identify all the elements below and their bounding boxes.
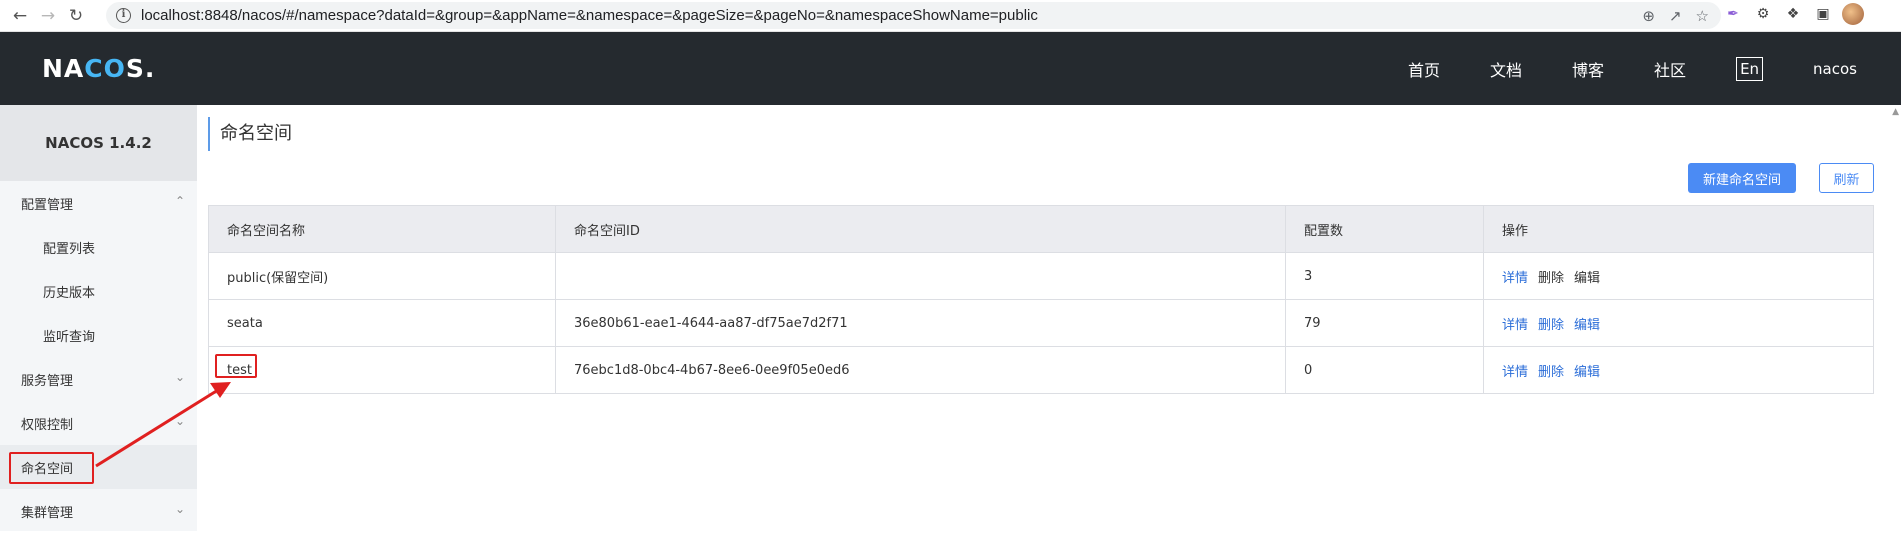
detail-link[interactable]: 详情 [1502,318,1528,333]
page-title: 命名空间 [208,117,292,151]
detail-link[interactable]: 详情 [1502,271,1528,286]
row-actions: 详情 删除 编辑 [1483,346,1874,394]
nav-home[interactable]: 首页 [1408,57,1440,81]
sidebar-item-label: 配置列表 [43,241,96,257]
version-label: NACOS 1.4.2 [0,105,197,181]
chevron-down-icon: ⌄ [174,414,185,428]
chevron-up-icon: ⌃ [174,194,185,208]
column-header-actions: 操作 [1483,205,1874,253]
sidebar-item-access-control[interactable]: 权限控制 ⌄ [0,401,197,445]
namespace-id [555,252,1286,300]
refresh-button[interactable]: 刷新 [1819,163,1874,193]
delete-link[interactable]: 删除 [1538,271,1564,286]
sidebar-item-label: 权限控制 [21,417,74,433]
detail-link[interactable]: 详情 [1502,365,1528,380]
namespace-name: public(保留空间) [208,252,556,300]
sidebar-item-listener-query[interactable]: 监听查询 [0,313,197,357]
delete-link[interactable]: 删除 [1538,365,1564,380]
chevron-down-icon: ⌄ [174,370,185,384]
sidepanel-icon[interactable]: ▣ [1812,3,1834,25]
sidebar-item-cluster-management[interactable]: 集群管理 ⌄ [0,489,197,533]
sidebar-item-label: 监听查询 [43,329,96,345]
table-row: seata 36e80b61-eae1-4644-aa87-df75ae7d2f… [208,299,1874,347]
nav-blog[interactable]: 博客 [1572,57,1604,81]
edit-link[interactable]: 编辑 [1574,318,1600,333]
table-row: test 76ebc1d8-0bc4-4b67-8ee6-0ee9f05e0ed… [208,346,1874,394]
browser-toolbar: ← → ↻ i localhost:8848/nacos/#/namespace… [0,0,1901,32]
forward-icon[interactable]: → [34,2,62,30]
sidebar-item-label: 服务管理 [21,373,74,389]
sidebar-item-history[interactable]: 历史版本 [0,269,197,313]
extension-pen-icon[interactable]: ✒ [1722,3,1744,25]
config-count: 3 [1285,252,1484,300]
edit-link[interactable]: 编辑 [1574,271,1600,286]
nav-community[interactable]: 社区 [1654,57,1686,81]
share-icon[interactable]: ↗ [1669,7,1682,25]
table-header-row: 命名空间名称 命名空间ID 配置数 操作 [208,205,1874,253]
column-header-count: 配置数 [1285,205,1484,253]
puzzle-icon[interactable]: ❖ [1782,3,1804,25]
namespace-id: 76ebc1d8-0bc4-4b67-8ee6-0ee9f05e0ed6 [555,346,1286,394]
delete-link[interactable]: 删除 [1538,318,1564,333]
column-header-id: 命名空间ID [555,205,1286,253]
column-header-name: 命名空间名称 [208,205,556,253]
language-toggle[interactable]: En [1736,56,1764,81]
app-header: NACOS. 首页 文档 博客 社区 En nacos [0,32,1901,105]
row-actions: 详情 删除 编辑 [1483,299,1874,347]
sidebar-item-config-list[interactable]: 配置列表 [0,225,197,269]
annotation-box-test [215,354,257,378]
nacos-logo[interactable]: NACOS. [42,54,155,83]
nav-docs[interactable]: 文档 [1490,57,1522,81]
address-bar[interactable]: i localhost:8848/nacos/#/namespace?dataI… [106,2,1721,29]
edit-link[interactable]: 编辑 [1574,365,1600,380]
top-nav: 首页 文档 博客 社区 En nacos [1408,32,1901,105]
namespace-name: test [208,346,556,394]
zoom-icon[interactable]: ⊕ [1642,7,1655,25]
back-icon[interactable]: ← [6,2,34,30]
sidebar-item-label: 历史版本 [43,285,96,301]
table-row: public(保留空间) 3 详情 删除 编辑 [208,252,1874,300]
sidebar-item-label: 集群管理 [21,505,74,521]
config-count: 0 [1285,346,1484,394]
config-count: 79 [1285,299,1484,347]
scroll-up-icon[interactable]: ▲ [1892,107,1899,117]
site-info-icon[interactable]: i [116,8,131,23]
annotation-box-namespace [9,452,94,484]
url-text[interactable]: localhost:8848/nacos/#/namespace?dataId=… [141,7,1038,24]
namespace-id: 36e80b61-eae1-4644-aa87-df75ae7d2f71 [555,299,1286,347]
namespace-table: 命名空间名称 命名空间ID 配置数 操作 public(保留空间) 3 详情 删除… [208,205,1874,394]
extension-icon[interactable]: ⚙ [1752,3,1774,25]
row-actions: 详情 删除 编辑 [1483,252,1874,300]
profile-avatar[interactable] [1842,3,1864,25]
sidebar-item-config-management[interactable]: 配置管理 ⌃ [0,181,197,225]
sidebar-item-service-management[interactable]: 服务管理 ⌄ [0,357,197,401]
bookmark-star-icon[interactable]: ☆ [1696,7,1709,25]
sidebar-item-label: 配置管理 [21,197,74,213]
namespace-name: seata [208,299,556,347]
new-namespace-button[interactable]: 新建命名空间 [1688,163,1796,193]
reload-icon[interactable]: ↻ [62,2,90,30]
user-name[interactable]: nacos [1813,60,1857,78]
chevron-down-icon: ⌄ [174,502,185,516]
